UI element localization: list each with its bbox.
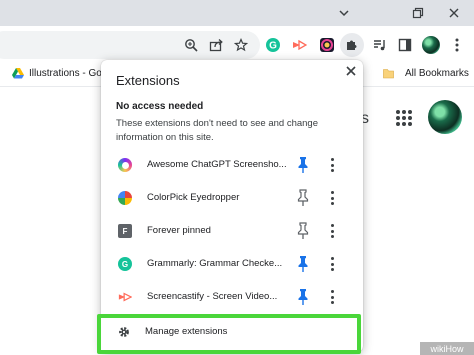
colorpick-icon[interactable] <box>316 34 338 56</box>
bookmark-label: Illustrations - Go <box>29 68 102 79</box>
manage-extensions-label: Manage extensions <box>145 326 228 337</box>
close-icon <box>346 66 356 76</box>
more-options-icon[interactable] <box>330 224 334 238</box>
extension-name: ColorPick Eyedropper <box>147 192 240 203</box>
forever-pinned-letter: F <box>122 226 128 236</box>
section-description: These extensions don't need to see and c… <box>116 118 318 143</box>
reading-list-icon[interactable] <box>369 34 391 56</box>
bookmark-item[interactable]: Illustrations - Go <box>12 68 102 79</box>
colorpick-eyedropper-icon <box>118 191 132 205</box>
restore-icon <box>412 7 424 19</box>
popup-close-button[interactable] <box>345 64 357 82</box>
extensions-puzzle-icon[interactable] <box>340 33 364 57</box>
section-heading: No access needed <box>116 101 204 112</box>
screencastify-icon <box>118 290 132 304</box>
page-avatar[interactable] <box>428 100 462 134</box>
svg-text:G: G <box>269 41 277 52</box>
extensions-popup: Extensions No access needed These extens… <box>97 60 363 354</box>
pin-icon[interactable] <box>296 156 310 179</box>
manage-extensions-button[interactable]: Manage extensions <box>97 314 361 354</box>
grammarly-letter: G <box>121 259 129 269</box>
share-icon[interactable] <box>205 34 227 56</box>
extension-row[interactable]: Screencastify - Screen Video... <box>101 281 363 314</box>
gear-icon <box>117 325 131 344</box>
all-bookmarks[interactable]: All Bookmarks <box>383 68 469 79</box>
bookmark-star-icon[interactable] <box>230 34 252 56</box>
more-options-icon[interactable] <box>330 290 334 304</box>
forever-pinned-icon: F <box>118 224 132 238</box>
zoom-icon[interactable] <box>180 34 202 56</box>
more-options-icon[interactable] <box>330 158 334 172</box>
screencastify-icon[interactable] <box>288 34 310 56</box>
chatgpt-screenshot-icon <box>118 158 132 172</box>
minimize-button[interactable] <box>324 0 364 26</box>
side-panel-icon[interactable] <box>394 34 416 56</box>
pin-icon[interactable] <box>296 222 310 245</box>
more-options-icon[interactable] <box>330 191 334 205</box>
extension-row[interactable]: Awesome ChatGPT Screensho... <box>101 149 363 182</box>
browser-menu-icon[interactable] <box>446 34 468 56</box>
extension-row[interactable]: G Grammarly: Grammar Checke... <box>101 248 363 281</box>
extension-name: Grammarly: Grammar Checke... <box>147 258 283 269</box>
extension-name: Awesome ChatGPT Screensho... <box>147 159 287 170</box>
profile-avatar[interactable] <box>420 34 442 56</box>
popup-title: Extensions <box>116 73 180 88</box>
more-options-icon[interactable] <box>330 257 334 271</box>
close-icon <box>449 8 459 18</box>
close-window-button[interactable] <box>434 0 474 26</box>
window-titlebar <box>0 0 474 26</box>
extension-row[interactable]: F Forever pinned <box>101 215 363 248</box>
apps-grid-icon[interactable] <box>396 110 412 126</box>
extension-name: Forever pinned <box>147 225 211 236</box>
pin-icon[interactable] <box>296 189 310 212</box>
extension-row[interactable]: ColorPick Eyedropper <box>101 182 363 215</box>
pin-icon[interactable] <box>296 288 310 311</box>
pin-icon[interactable] <box>296 255 310 278</box>
extension-name: Screencastify - Screen Video... <box>147 291 278 302</box>
watermark: wikiHow <box>420 342 474 355</box>
restore-button[interactable] <box>398 0 438 26</box>
all-bookmarks-label: All Bookmarks <box>405 68 469 79</box>
grammarly-icon: G <box>118 257 132 271</box>
folder-icon <box>383 69 394 79</box>
google-drive-icon <box>12 68 24 79</box>
grammarly-icon[interactable]: G <box>262 34 284 56</box>
chevron-down-icon <box>339 10 349 17</box>
